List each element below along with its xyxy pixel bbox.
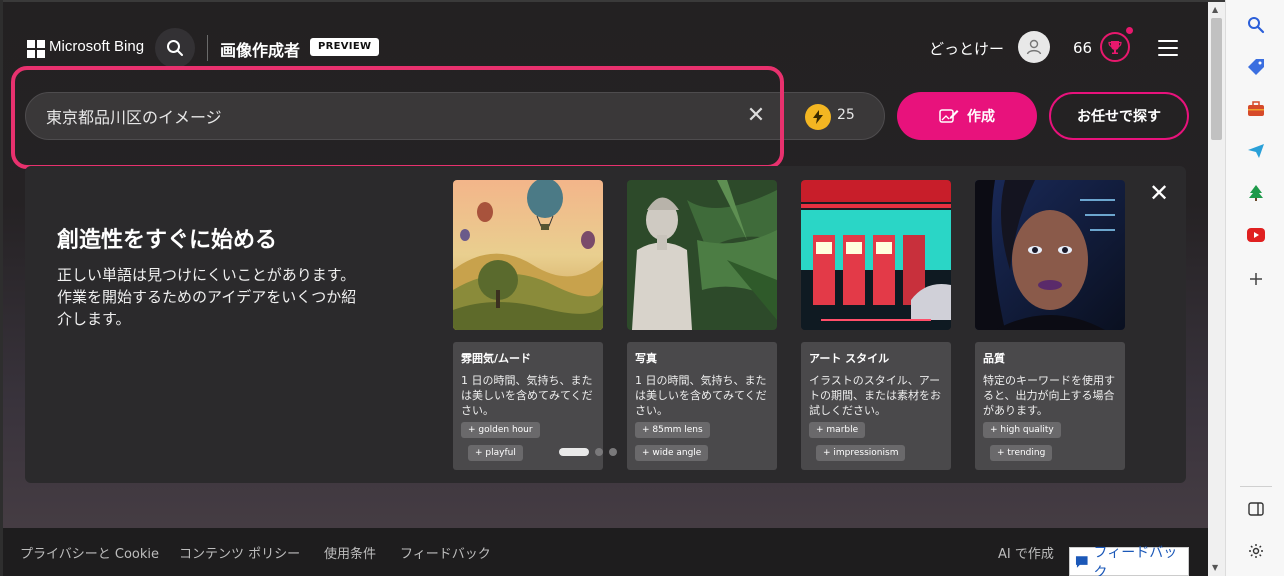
- shopping-tag-icon[interactable]: [1245, 56, 1267, 78]
- create-image-icon: [939, 109, 959, 123]
- trophy-icon: [1108, 41, 1122, 54]
- settings-gear-icon[interactable]: [1245, 540, 1267, 562]
- carousel-dot[interactable]: [609, 448, 617, 456]
- card-title: 写真: [635, 352, 657, 365]
- keyword-chip[interactable]: + high quality: [983, 422, 1061, 438]
- microsoft-logo-icon[interactable]: [27, 40, 45, 58]
- tools-icon[interactable]: [1245, 98, 1267, 120]
- carousel-dot-active[interactable]: [559, 448, 589, 456]
- keyword-chip[interactable]: + impressionism: [816, 445, 906, 461]
- rewards-points[interactable]: 66: [1073, 39, 1092, 57]
- card-description: 1 日の時間、気持ち、または美しいを含めてみてください。: [461, 374, 593, 417]
- keyword-chip[interactable]: + 85mm lens: [635, 422, 710, 438]
- card-image-balloons[interactable]: [453, 180, 603, 330]
- card-title: 雰囲気/ムード: [461, 352, 532, 365]
- chip-label: playful: [485, 448, 516, 458]
- scroll-up-icon[interactable]: ▲: [1212, 5, 1218, 14]
- get-started-panel: 創造性をすぐに始める 正しい単語は見つけにくいことがあります。作業を開始するため…: [25, 166, 1186, 483]
- chip-label: impressionism: [833, 448, 899, 458]
- footer: プライバシーと Cookie コンテンツ ポリシー 使用条件 フィードバック A…: [3, 528, 1208, 576]
- idea-card-art-style[interactable]: アート スタイル イラストのスタイル、アートの期間、または素材をお試しください。…: [801, 180, 951, 470]
- keyword-chip[interactable]: + golden hour: [461, 422, 540, 438]
- keyword-chip[interactable]: + wide angle: [635, 445, 709, 461]
- card-title: アート スタイル: [809, 352, 890, 365]
- chip-label: high quality: [1000, 425, 1054, 435]
- brand-name[interactable]: Microsoft Bing: [49, 38, 144, 55]
- card-image-gas-station[interactable]: [801, 180, 951, 330]
- search-highlight-annotation: [11, 66, 784, 169]
- boost-count: 25: [837, 107, 855, 123]
- preview-badge: PREVIEW: [310, 38, 380, 56]
- hamburger-menu-button[interactable]: [1158, 40, 1178, 56]
- rewards-button[interactable]: [1100, 32, 1130, 62]
- feedback-button[interactable]: フィードバック: [1069, 545, 1189, 576]
- notification-dot: [1126, 27, 1133, 34]
- surprise-me-button[interactable]: お任せで探す: [1049, 92, 1189, 140]
- scroll-thumb[interactable]: [1211, 18, 1222, 140]
- footer-link-privacy[interactable]: プライバシーと Cookie: [20, 543, 159, 562]
- card-body: アート スタイル イラストのスタイル、アートの期間、または素材をお試しください。…: [801, 342, 951, 470]
- youtube-icon[interactable]: [1245, 224, 1267, 246]
- footer-link-terms[interactable]: 使用条件: [324, 543, 376, 562]
- card-body: 品質 特定のキーワードを使用すると、出力が向上する場合があります。 + high…: [975, 342, 1125, 470]
- idea-card-mood[interactable]: 雰囲気/ムード 1 日の時間、気持ち、または美しいを含めてみてください。 + g…: [453, 180, 603, 470]
- user-icon: [1026, 39, 1042, 55]
- header-divider: [207, 35, 208, 61]
- send-icon[interactable]: [1245, 140, 1267, 162]
- keyword-chip[interactable]: + trending: [990, 445, 1053, 461]
- card-description: 特定のキーワードを使用すると、出力が向上する場合があります。: [983, 374, 1115, 417]
- edge-sidebar: [1225, 0, 1284, 576]
- lightning-icon: [813, 110, 823, 124]
- chip-label: golden hour: [478, 425, 533, 435]
- bing-image-creator-page: Microsoft Bing 画像作成者 PREVIEW どっとけー 66 ✕ …: [3, 2, 1208, 576]
- panel-title: 創造性をすぐに始める: [57, 228, 278, 253]
- vertical-scrollbar[interactable]: ▲ ▼: [1208, 2, 1225, 576]
- idea-card-quality[interactable]: 品質 特定のキーワードを使用すると、出力が向上する場合があります。 + high…: [975, 180, 1125, 470]
- search-icon[interactable]: [1245, 14, 1267, 36]
- card-description: イラストのスタイル、アートの期間、または素材をお試しください。: [809, 374, 941, 417]
- create-button[interactable]: 作成: [897, 92, 1037, 140]
- card-title: 品質: [983, 352, 1005, 365]
- card-image-statue[interactable]: [627, 180, 777, 330]
- chip-label: 85mm lens: [652, 425, 703, 435]
- close-icon[interactable]: ✕: [1149, 181, 1169, 205]
- create-button-label: 作成: [967, 109, 995, 125]
- boost-coin-icon: [805, 104, 831, 130]
- product-title[interactable]: 画像作成者: [220, 37, 300, 61]
- carousel-pagination: [559, 448, 617, 456]
- keyword-chip[interactable]: + playful: [468, 445, 523, 461]
- keyword-chip[interactable]: + marble: [809, 422, 866, 438]
- feedback-icon: [1075, 555, 1088, 568]
- add-icon[interactable]: [1245, 268, 1267, 290]
- chip-label: marble: [826, 425, 859, 435]
- footer-link-content-policy[interactable]: コンテンツ ポリシー: [179, 543, 300, 562]
- sidebar-divider: [1240, 486, 1272, 487]
- idea-card-photo[interactable]: 写真 1 日の時間、気持ち、または美しいを含めてみてください。 + 85mm l…: [627, 180, 777, 470]
- carousel-dot[interactable]: [595, 448, 603, 456]
- panel-description: 正しい単語は見つけにくいことがあります。作業を開始するためのアイデアをいくつか紹…: [57, 266, 357, 328]
- avatar[interactable]: [1018, 31, 1050, 63]
- search-button[interactable]: [155, 28, 195, 68]
- chip-label: wide angle: [652, 448, 702, 458]
- surprise-me-label: お任せで探す: [1077, 109, 1161, 125]
- card-image-portrait[interactable]: [975, 180, 1125, 330]
- username[interactable]: どっとけー: [929, 38, 1004, 59]
- card-description: 1 日の時間、気持ち、または美しいを含めてみてください。: [635, 374, 767, 417]
- sidebar-toggle-icon[interactable]: [1245, 498, 1267, 520]
- chip-label: trending: [1007, 448, 1046, 458]
- search-icon: [167, 40, 183, 56]
- card-body: 写真 1 日の時間、気持ち、または美しいを含めてみてください。 + 85mm l…: [627, 342, 777, 470]
- feedback-button-label: フィードバック: [1093, 544, 1178, 576]
- ai-created-note: AI で作成: [998, 547, 1054, 562]
- scroll-down-icon[interactable]: ▼: [1212, 563, 1218, 572]
- footer-link-feedback[interactable]: フィードバック: [400, 543, 491, 562]
- tree-icon[interactable]: [1245, 182, 1267, 204]
